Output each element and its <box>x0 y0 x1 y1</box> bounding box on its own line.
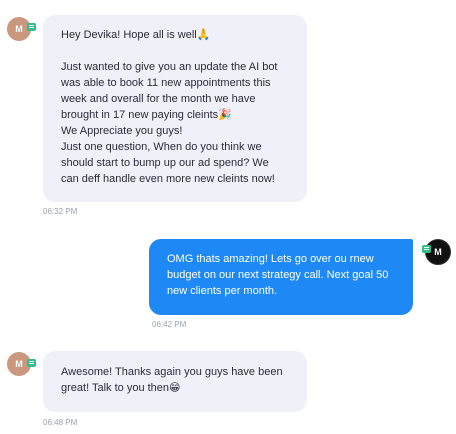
message-bubble-outbound: OMG thats amazing! Lets go over ou rnew … <box>149 239 413 315</box>
sms-channel-icon <box>422 245 431 253</box>
avatar-initial: M <box>15 24 23 34</box>
message-bubble-inbound: Awesome! Thanks again you guys have been… <box>43 351 307 412</box>
message-timestamp: 06:42 PM <box>152 320 187 329</box>
avatar-initial: M <box>434 247 442 257</box>
message-timestamp: 06:48 PM <box>43 418 78 427</box>
message-timestamp: 06:32 PM <box>43 207 78 216</box>
sms-channel-icon <box>27 23 36 31</box>
avatar-initial: M <box>15 359 23 369</box>
sms-channel-icon <box>27 359 36 367</box>
message-bubble-inbound: Hey Devika! Hope all is well🙏 Just wante… <box>43 15 307 202</box>
